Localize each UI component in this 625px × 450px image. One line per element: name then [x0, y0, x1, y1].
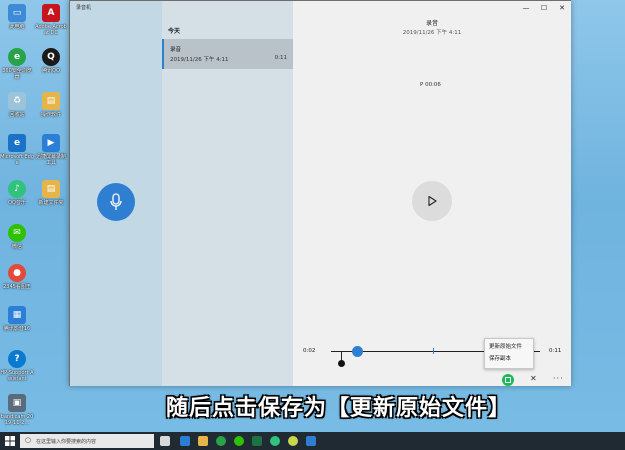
voice-recorder-window: 今天 录音 2019/11/26 下午 4:11 0:11 录音机 — ☐ ✕ … — [69, 0, 571, 386]
microphone-icon — [110, 193, 122, 210]
recordings-list: 今天 录音 2019/11/26 下午 4:11 0:11 — [162, 1, 293, 386]
video-player-icon: ▦ — [8, 306, 26, 324]
record-pane — [70, 1, 162, 386]
marker-label[interactable]: P 00:06 — [420, 82, 441, 88]
marker-tick — [433, 348, 434, 354]
desktop-icon-recycle-bin[interactable]: ♻ 回收站 — [0, 92, 34, 118]
recycle-bin-icon: ♻ — [8, 92, 26, 110]
desktop-icon-screen-recorder[interactable]: ▶ 迅捷屏幕录制工具 — [34, 134, 68, 166]
qq-music-icon: ♪ — [8, 180, 26, 198]
desktop-icon-wechat[interactable]: ✉ 微信 — [0, 224, 34, 250]
desktop-icon-acrobat[interactable]: A Adobe Acrobat DC — [34, 4, 68, 36]
browser-360-icon: e — [8, 48, 26, 66]
save-icon — [505, 377, 511, 383]
recording-title: 录音 — [425, 20, 438, 27]
wechat-taskbar-icon[interactable] — [234, 436, 244, 446]
recording-duration: 0:11 — [274, 55, 287, 61]
browser-360-taskbar-icon[interactable] — [216, 436, 226, 446]
play-icon — [428, 195, 437, 207]
desktop-icon-edge[interactable]: e Microsoft Edge — [0, 134, 34, 166]
save-button[interactable] — [502, 374, 514, 386]
record-button[interactable] — [97, 183, 135, 221]
search-icon: ○ — [25, 436, 32, 444]
app-taskbar-icon[interactable] — [288, 436, 298, 446]
search-placeholder: 在这里输入你要搜索的内容 — [36, 439, 97, 445]
desktop-icon-video-player[interactable]: ▦ 腾讯影音16 — [0, 306, 34, 332]
menu-item-save-copy[interactable]: 保存副本 — [485, 351, 533, 363]
edge-icon: e — [8, 134, 26, 152]
group-header-today: 今天 — [168, 28, 181, 35]
taskbar-search-box[interactable]: ○ 在这里输入你要搜索的内容 — [20, 434, 154, 448]
list-item[interactable]: 录音 2019/11/26 下午 4:11 0:11 — [162, 39, 293, 69]
edge-taskbar-icon[interactable] — [180, 436, 190, 446]
desktop-icon-software[interactable]: ▤ 操作软件 — [34, 92, 68, 118]
menu-item-update-original[interactable]: 更新原始文件 — [485, 339, 533, 351]
maximize-button[interactable]: ☐ — [535, 1, 553, 15]
help-icon: ? — [8, 350, 26, 368]
recorder-taskbar-icon[interactable] — [306, 436, 316, 446]
desktop-icon-bandicam-file[interactable]: ▣ bandicam 2019-11-2... — [0, 394, 34, 426]
excel-icon[interactable] — [252, 436, 262, 446]
windows-start-icon[interactable] — [4, 435, 16, 447]
recording-date: 2019/11/26 下午 4:11 — [170, 57, 229, 63]
left-pane: 今天 录音 2019/11/26 下午 4:11 0:11 录音机 — [70, 1, 293, 386]
desktop-icon-new-folder[interactable]: ▤ 新建文件夹 — [34, 180, 68, 206]
play-button[interactable] — [412, 181, 452, 221]
acrobat-icon: A — [42, 4, 60, 22]
seek-thumb[interactable] — [352, 346, 363, 357]
desktop-icon-computer[interactable]: ▭ 此电脑 — [0, 4, 34, 30]
save-context-menu: 更新原始文件 保存副本 — [484, 338, 534, 369]
file-explorer-icon[interactable] — [198, 436, 208, 446]
screen-recorder-icon: ▶ — [42, 134, 60, 152]
wechat-icon: ✉ — [8, 224, 26, 242]
desktop-icon-qq[interactable]: Q 腾讯QQ — [34, 48, 68, 74]
desktop-icon-qq-music[interactable]: ♪ QQ音乐 — [0, 180, 34, 206]
computer-icon: ▭ — [8, 4, 26, 22]
task-view-icon[interactable] — [160, 436, 170, 446]
desktop: ▭ 此电脑 A Adobe Acrobat DC e 360安全浏览器 Q 腾讯… — [0, 0, 68, 432]
title-bar: 录音机 — [70, 1, 293, 15]
current-time: 0:02 — [303, 348, 316, 354]
more-options-button[interactable]: ··· — [553, 374, 564, 383]
recording-name: 录音 — [170, 47, 182, 53]
taskbar: ○ 在这里输入你要搜索的内容 — [0, 432, 625, 450]
total-time: 0:11 — [549, 348, 562, 354]
video-file-icon: ▣ — [8, 394, 26, 412]
app-title: 录音机 — [76, 5, 92, 11]
discard-button[interactable]: ✕ — [530, 374, 537, 383]
desktop-icon-hp-support[interactable]: ? HP Support Assistant — [0, 350, 34, 382]
image-viewer-icon: ● — [8, 264, 26, 282]
folder-icon: ▤ — [42, 92, 60, 110]
desktop-icon-image-viewer[interactable]: ● 2345看图王 — [0, 264, 34, 290]
recording-timestamp: 2019/11/26 下午 4:11 — [402, 30, 462, 36]
window-controls: — ☐ ✕ — [517, 1, 571, 15]
marker-flag-dot — [338, 360, 345, 367]
minimize-button[interactable]: — — [517, 1, 535, 15]
qq-icon: Q — [42, 48, 60, 66]
close-window-button[interactable]: ✕ — [553, 1, 571, 15]
video-subtitle: 随后点击保存为【更新原始文件】 — [166, 396, 512, 421]
new-folder-icon: ▤ — [42, 180, 60, 198]
desktop-icon-360-browser[interactable]: e 360安全浏览器 — [0, 48, 34, 80]
playback-pane: — ☐ ✕ 录音 2019/11/26 下午 4:11 P 00:06 0:02… — [293, 1, 571, 386]
qq-music-taskbar-icon[interactable] — [270, 436, 280, 446]
